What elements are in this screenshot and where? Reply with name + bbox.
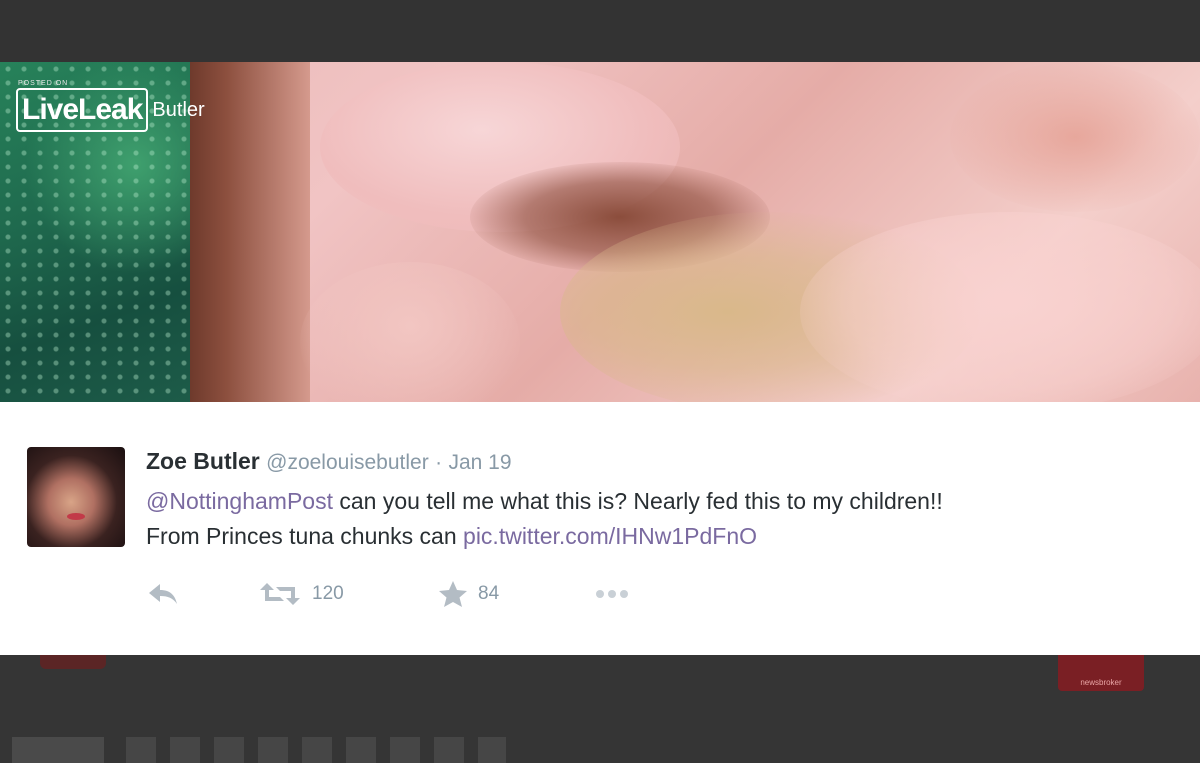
can-rim [190,62,310,402]
liveleak-logo: LiveLeak [16,88,149,132]
next-tweet-fragment [0,737,520,763]
favorite-count: 84 [478,583,500,604]
channel-badge: newsbroker [1058,655,1144,691]
tweet-separator: · [435,451,443,474]
tweet-photo-link[interactable]: pic.twitter.com/IHNw1PdFnO [463,523,757,549]
tweet-text-line1: can you tell me what this is? Nearly fed… [333,488,943,514]
retweet-button[interactable]: 120 [258,581,438,607]
tweet-text: @NottinghamPost can you tell me what thi… [146,484,1186,554]
retweet-icon [260,583,300,605]
more-icon [596,590,628,598]
tweet-date[interactable]: Jan 19 [448,451,511,474]
tweet-actions: 120 84 [146,576,632,612]
letterbox-top [0,0,1200,62]
tweet-text-line2: From Princes tuna chunks can [146,523,464,549]
tweet-author-name[interactable]: Zoe Butler [146,448,260,474]
reply-button[interactable] [146,581,258,607]
retweet-count: 120 [312,583,344,604]
avatar[interactable] [27,447,125,547]
video-frame: POSTED ON LiveLeak Butler Zoe Butler @zo… [0,0,1200,763]
watermark-posted-on: POSTED ON [18,80,69,87]
more-button[interactable] [592,587,632,601]
tweet-header: Zoe Butler @zoelouisebutler · Jan 19 [146,448,512,475]
favorite-button[interactable]: 84 [438,580,592,608]
reply-icon [149,584,177,604]
tweet-author-handle[interactable]: @zoelouisebutler [266,451,429,474]
watermark-name: Butler [152,98,205,121]
background-timeline: newsbroker [0,655,1200,763]
star-icon [439,581,467,607]
tweet-mention[interactable]: @NottinghamPost [146,488,333,514]
liveleak-watermark: LiveLeak Butler [16,88,205,132]
